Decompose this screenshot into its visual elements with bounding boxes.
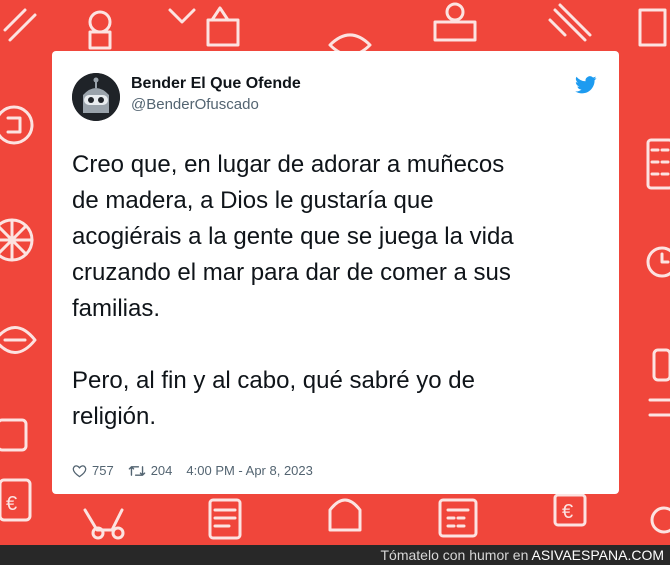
author-name[interactable]: Bender El Que Ofende: [131, 75, 301, 93]
footer-brand-link[interactable]: ASIVAESPANA.COM: [531, 547, 664, 563]
footer-prefix: Tómatelo con humor en: [380, 547, 529, 563]
svg-text:€: €: [6, 493, 17, 515]
retweet-group[interactable]: 204: [128, 463, 173, 478]
retweet-count: 204: [150, 463, 173, 478]
retweet-icon[interactable]: [128, 464, 146, 478]
twitter-bird-icon[interactable]: [575, 76, 597, 94]
tweet-meta: 757 204 4:00 PM - Apr 8, 2023: [72, 463, 313, 478]
like-group[interactable]: 757: [72, 463, 114, 478]
author-handle[interactable]: @BenderOfuscado: [131, 96, 259, 113]
heart-icon[interactable]: [72, 464, 87, 478]
pattern-icon: [3, 8, 37, 42]
svg-text:€: €: [562, 501, 573, 523]
tweet-card: Bender El Que Ofende @BenderOfuscado Cre…: [52, 51, 619, 494]
bender-avatar[interactable]: [72, 73, 120, 121]
tweet-timestamp[interactable]: 4:00 PM - Apr 8, 2023: [186, 463, 312, 478]
site-footer: Tómatelo con humor en ASIVAESPANA.COM: [0, 545, 670, 565]
like-count: 757: [92, 463, 114, 478]
tweet-text: Creo que, en lugar de adorar a muñecos d…: [72, 151, 514, 430]
